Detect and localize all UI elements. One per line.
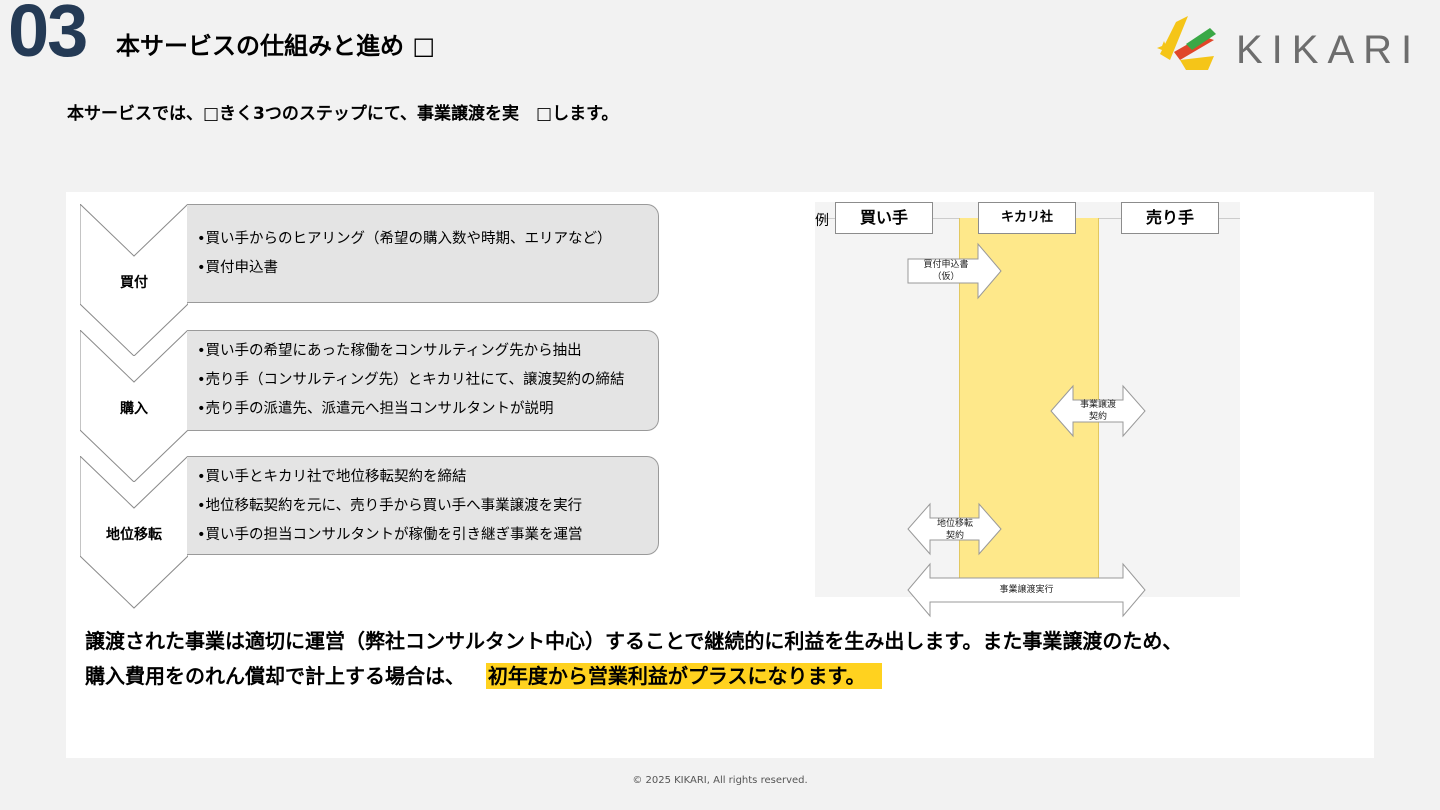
page-title: 本サービスの仕組みと進め □: [116, 32, 436, 60]
conclusion-prefix: 購入費用をのれん償却で計上する場合は、: [85, 664, 465, 688]
kikari-logo: KIKARI: [1156, 14, 1416, 76]
arrow-label-line: 事業譲渡: [1079, 400, 1116, 410]
step-label: 購入: [120, 401, 148, 417]
step-label: 地位移転: [106, 527, 162, 543]
step-box-purchase: •買い手の希望にあった稼働をコンサルティング先から抽出 •売り手（コンサルティン…: [187, 330, 659, 431]
step-label: 買付: [120, 275, 148, 291]
step-box-transfer: •買い手とキカリ社で地位移転契約を締結 •地位移転契約を元に、売り手から買い手へ…: [187, 456, 659, 555]
position-contract-label: 地位移転 契約: [928, 518, 982, 542]
conclusion-highlight: 初年度から営業利益がプラスになります。: [485, 663, 882, 689]
application-arrow-label: 買付申込書 （仮）: [908, 259, 984, 283]
logo-text: KIKARI: [1236, 28, 1422, 72]
conclusion-text: 譲渡された事業は適切に運営（弊社コンサルタント中心）することで継続的に利益を生み…: [85, 624, 1182, 694]
execution-label: 事業譲渡実行: [999, 585, 1054, 595]
flow-diagram: 例 買い手 キカリ社 売り手 買付申込書 （仮） 事業譲渡 契約 地位移転 契約…: [815, 202, 1240, 618]
step-bullet: •売り手の派遣先、派遣元へ担当コンサルタントが説明: [197, 401, 554, 417]
step-bullet: •買い手の希望にあった稼働をコンサルティング先から抽出: [197, 343, 582, 359]
arrow-label-line: 契約: [945, 531, 964, 541]
step-bullet: •買付申込書: [197, 260, 279, 276]
section-number: 03: [8, 0, 88, 72]
copyright-footer: © 2025 KIKARI, All rights reserved.: [632, 775, 808, 786]
step-box-buy: •買い手からのヒアリング（希望の購入数や時期、エリアなど） •買付申込書: [187, 204, 659, 303]
flow-arrows: [907, 242, 1146, 618]
arrow-label-line: 契約: [1088, 412, 1107, 422]
step-bullet: •売り手（コンサルティング先）とキカリ社にて、譲渡契約の締結: [197, 372, 625, 388]
step-bullet: •買い手の担当コンサルタントが稼働を引き継ぎ事業を運営: [197, 527, 583, 543]
arrow-label-line: 買付申込書: [923, 260, 969, 270]
step-bullet: •地位移転契約を元に、売り手から買い手へ事業譲渡を実行: [197, 498, 583, 514]
content-panel: 買付 •買い手からのヒアリング（希望の購入数や時期、エリアなど） •買付申込書 …: [66, 192, 1374, 758]
lead-text: 本サービスでは、□きく3つのステップにて、事業譲渡を実 □します。: [67, 104, 619, 124]
kikari-logo-icon: [1157, 16, 1216, 70]
conclusion-line-1: 譲渡された事業は適切に運営（弊社コンサルタント中心）することで継続的に利益を生み…: [85, 629, 1183, 653]
transfer-contract-label: 事業譲渡 契約: [1071, 399, 1125, 423]
arrow-label-line: 地位移転: [936, 519, 973, 529]
step-bullet: •買い手からのヒアリング（希望の購入数や時期、エリアなど）: [197, 231, 612, 247]
conclusion-line-2: 購入費用をのれん償却で計上する場合は、 初年度から営業利益がプラスになります。: [85, 659, 1182, 694]
arrow-label-line: （仮）: [932, 272, 960, 282]
step-bullet: •買い手とキカリ社で地位移転契約を締結: [197, 469, 467, 485]
